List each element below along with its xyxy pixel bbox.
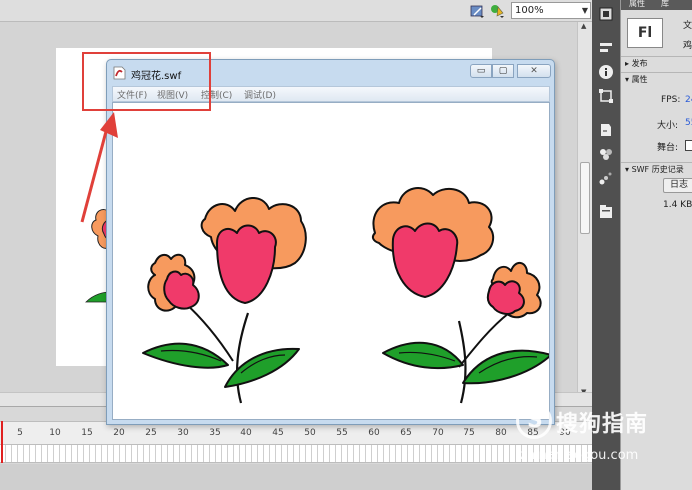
stage-color-label: 舞台:: [657, 143, 679, 153]
properties-section-label: 属性: [631, 75, 648, 84]
stage-color-swatch[interactable]: [685, 140, 692, 151]
timeline-tick-label: 20: [113, 428, 125, 438]
timeline-tick-label: 35: [209, 428, 221, 438]
right-flower-group: [371, 187, 549, 404]
zoom-select[interactable]: 100% ▼: [511, 2, 591, 19]
scroll-up-icon[interactable]: ▲: [581, 22, 586, 30]
timeline-tick-label: 15: [81, 428, 93, 438]
swf-file-size: 1.4 KB: [663, 200, 692, 210]
timeline-tick-label: 5: [17, 428, 23, 438]
zoom-value: 100%: [515, 5, 544, 16]
size-label: 大小:: [657, 121, 679, 131]
transform-icon[interactable]: [598, 88, 614, 104]
close-button[interactable]: ✕: [517, 64, 551, 78]
timeline-tick-label: 60: [368, 428, 380, 438]
swf-player-window: 鸡冠花.swf ▭ ▢ ✕ 文件(F) 视图(V) 控制(C) 调试(D): [106, 59, 555, 425]
chevron-right-icon: ▸: [625, 59, 630, 68]
scroll-thumb[interactable]: [580, 162, 590, 234]
tab-properties[interactable]: 属性: [629, 0, 645, 9]
watermark-url: zhinan.sogou.com: [520, 448, 639, 463]
timeline-tick-label: 75: [463, 428, 475, 438]
library-icon[interactable]: [598, 204, 614, 220]
fps-value[interactable]: 24: [685, 95, 692, 105]
actions-icon[interactable]: [598, 122, 614, 138]
components-icon[interactable]: [598, 146, 614, 162]
document-type-badge: Fl: [627, 18, 663, 48]
timeline-frames[interactable]: [0, 445, 592, 463]
flower-animation: [142, 187, 549, 404]
fps-label: FPS:: [661, 95, 681, 105]
info-icon[interactable]: [598, 64, 614, 80]
swf-history-label: SWF 历史记录: [631, 165, 684, 174]
left-flower-group: [142, 197, 307, 404]
stage-vertical-scrollbar[interactable]: ▲ ▼: [577, 22, 592, 397]
document-label-text: 文: [683, 21, 692, 31]
timeline-tick-label: 50: [304, 428, 316, 438]
swf-content-area[interactable]: [112, 102, 550, 420]
chevron-down-icon: ▼: [581, 6, 588, 15]
size-value[interactable]: 55: [685, 118, 692, 128]
log-button[interactable]: 日志: [663, 178, 692, 193]
publish-section-label: 发布: [631, 59, 648, 68]
timeline-tick-label: 30: [177, 428, 189, 438]
timeline-tick-label: 55: [336, 428, 348, 438]
publish-section-header[interactable]: ▸ 发布: [621, 56, 692, 69]
timeline-tick-label: 40: [240, 428, 252, 438]
menu-debug[interactable]: 调试(D): [244, 88, 276, 101]
minimize-button[interactable]: ▭: [470, 64, 492, 78]
timeline-tick-label: 10: [49, 428, 61, 438]
timeline-playhead[interactable]: [1, 421, 3, 463]
sogou-watermark-logo: S: [516, 403, 552, 439]
timeline-tick-label: 45: [272, 428, 284, 438]
tab-library[interactable]: 库: [661, 0, 669, 9]
timeline-status-bar: [0, 464, 592, 490]
edit-symbols-icon[interactable]: [469, 3, 485, 19]
document-name-text: 鸡: [683, 41, 692, 51]
edit-scene-icon[interactable]: [489, 3, 505, 19]
timeline-tick-label: 25: [145, 428, 157, 438]
timeline-tick-label: 80: [495, 428, 507, 438]
chevron-down-icon: ▾: [625, 165, 630, 174]
annotation-arrow: [80, 112, 118, 223]
panel-tabs: 属性 库: [621, 0, 692, 10]
properties-section-header[interactable]: ▾ 属性: [621, 72, 692, 85]
maximize-button[interactable]: ▢: [492, 64, 514, 78]
motion-presets-icon[interactable]: [598, 170, 614, 186]
watermark-name: 搜狗指南: [556, 412, 649, 437]
align-icon[interactable]: [598, 40, 614, 56]
annotation-highlight-box: [82, 52, 211, 111]
swf-history-section-header[interactable]: ▾ SWF 历史记录: [621, 162, 692, 175]
timeline-tick-label: 70: [432, 428, 444, 438]
stage-toolbar: 100% ▼: [0, 0, 592, 22]
color-icon[interactable]: [598, 6, 614, 22]
chevron-down-icon: ▾: [625, 75, 630, 84]
timeline-tick-label: 65: [400, 428, 412, 438]
sogou-logo-glyph: S: [527, 408, 543, 433]
